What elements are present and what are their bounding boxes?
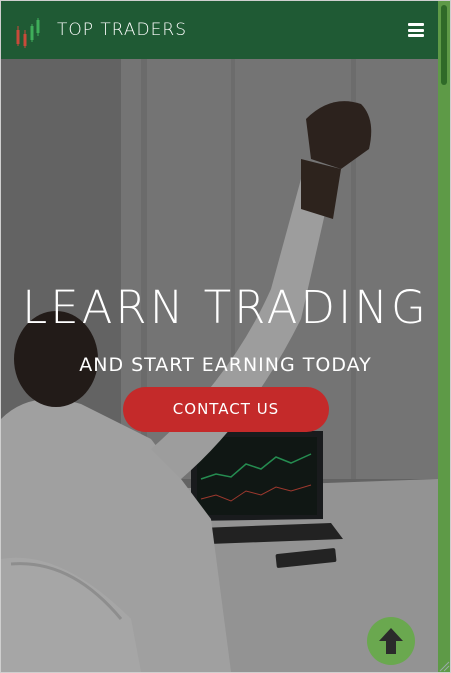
candlestick-chart-icon[interactable] xyxy=(14,16,40,50)
arrow-up-icon xyxy=(379,628,403,654)
hamburger-menu-icon[interactable] xyxy=(408,23,424,37)
site-header: TOP TRADERS xyxy=(1,1,438,59)
scrollbar[interactable] xyxy=(438,1,450,672)
resize-grip-icon[interactable] xyxy=(438,660,450,672)
hero-section: LEARN TRADING AND START EARNING TODAY CO… xyxy=(1,59,438,672)
scrollbar-thumb[interactable] xyxy=(441,5,447,85)
browser-window: TOP TRADERS LEARN TRADING AND START EARN… xyxy=(0,0,451,673)
hero-subtitle: AND START EARNING TODAY xyxy=(79,354,372,376)
brand-name[interactable]: TOP TRADERS xyxy=(57,20,187,40)
contact-us-button[interactable]: CONTACT US xyxy=(123,387,329,432)
back-to-top-button[interactable] xyxy=(367,617,415,665)
hero-title: LEARN TRADING xyxy=(22,281,429,334)
